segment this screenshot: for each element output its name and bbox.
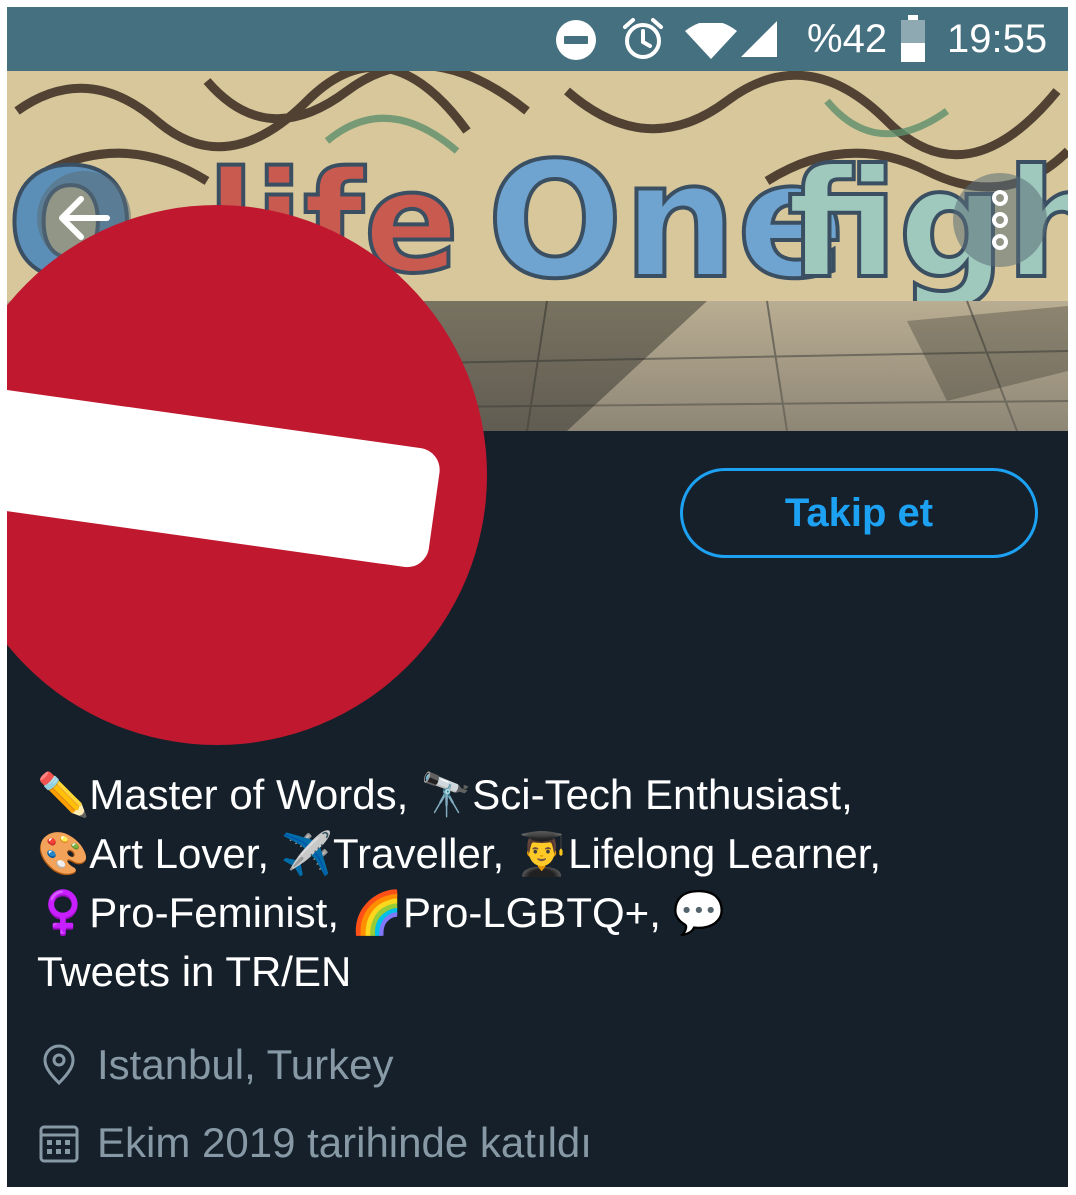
wifi-icon [683,21,739,64]
alarm-icon [619,15,667,68]
battery-percent: %42 [807,17,888,61]
calendar-icon [39,1125,79,1163]
battery-icon [899,15,927,68]
cell-signal-icon [739,19,779,64]
join-date-text: Ekim 2019 tarihinde katıldı [97,1119,592,1166]
no-entry-sign-overlay [7,205,487,745]
profile-bio: ✏️Master of Words, 🔭Sci-Tech Enthusiast,… [37,771,882,995]
follow-button[interactable]: Takip et [680,468,1038,558]
do-not-disturb-icon [555,19,597,66]
status-bar: %42 19:55 [7,7,1068,71]
clock: 19:55 [947,17,1048,61]
profile-screen: %42 19:55 life One fig Takip et ✏️Master… [7,7,1068,1187]
location-text: Istanbul, Turkey [97,1041,394,1088]
profile-location: Istanbul, Turkey [37,1041,393,1089]
location-pin-icon [43,1044,75,1086]
more-options-button[interactable] [953,173,1047,267]
profile-join-date: Ekim 2019 tarihinde katıldı [37,1119,592,1167]
more-vertical-icon [992,190,1008,250]
